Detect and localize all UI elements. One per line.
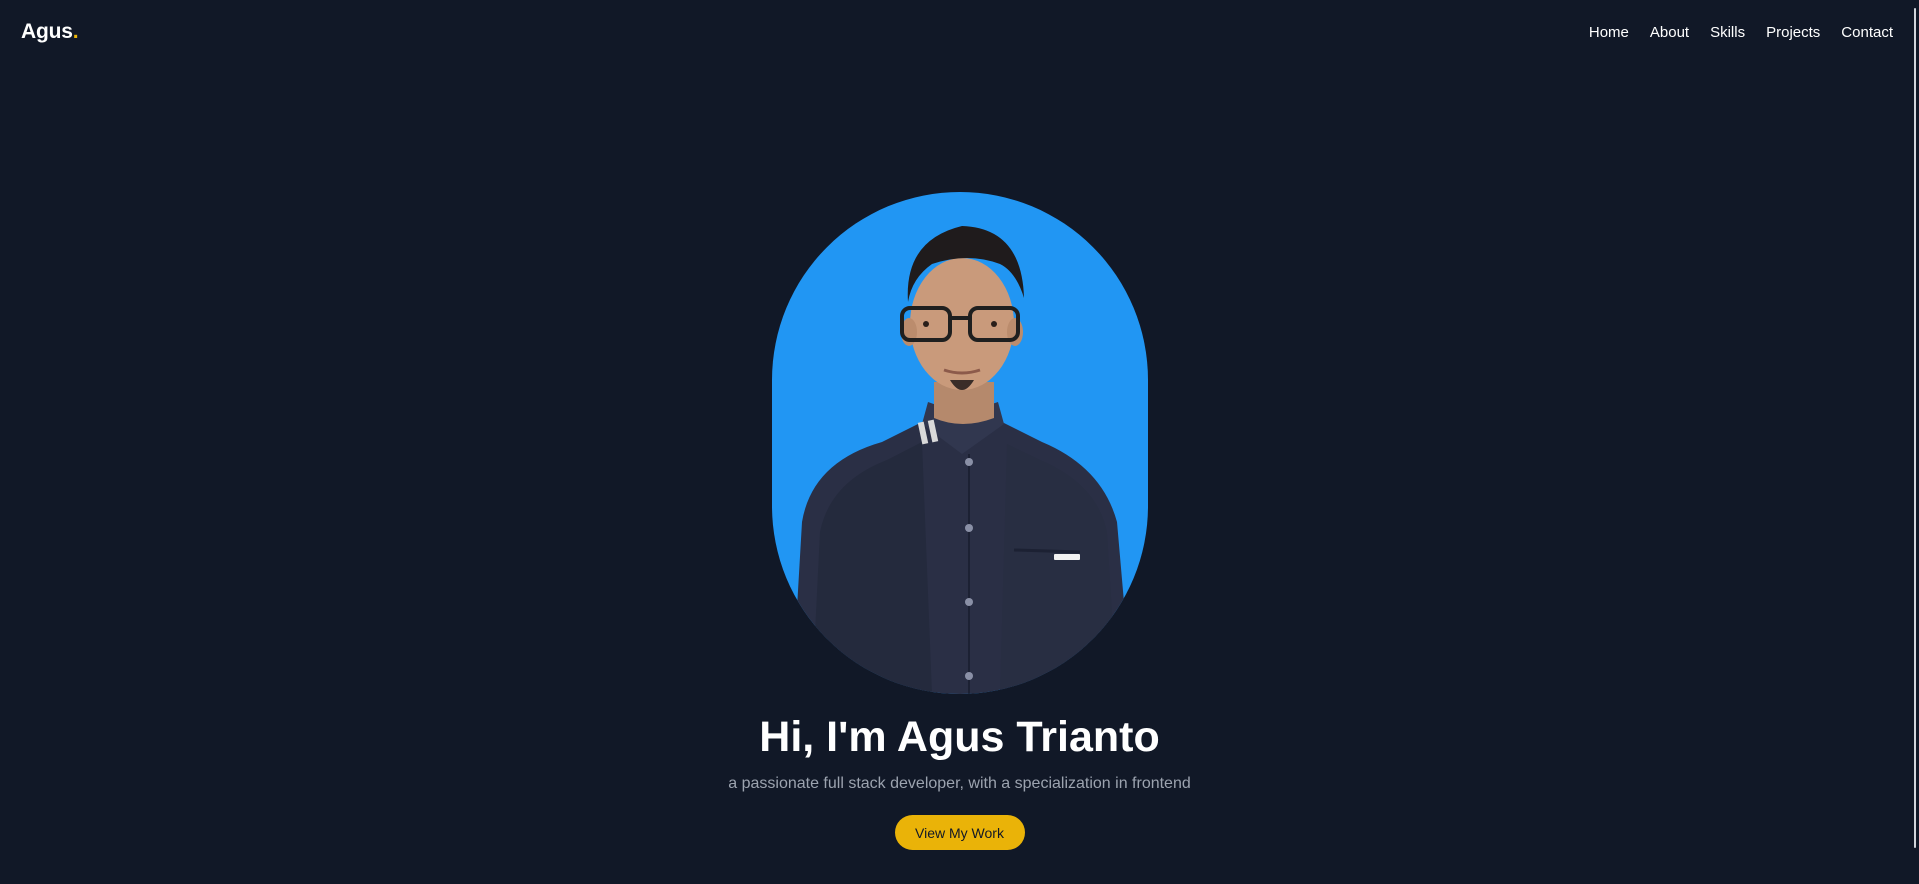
nav-link-contact[interactable]: Contact (1841, 24, 1893, 41)
nav-link-home[interactable]: Home (1589, 24, 1629, 41)
logo[interactable]: Agus. (21, 20, 79, 44)
page: Agus. Home About Skills Projects Contact (0, 0, 1919, 884)
scrollbar[interactable] (1912, 0, 1919, 884)
person-illustration (791, 226, 1132, 694)
navbar: Agus. Home About Skills Projects Contact (0, 0, 1912, 64)
hero-section: Hi, I'm Agus Trianto a passionate full s… (0, 192, 1919, 851)
hero-title: Hi, I'm Agus Trianto (759, 713, 1160, 761)
logo-text: Agus (21, 20, 73, 43)
nav-link-about[interactable]: About (1650, 24, 1689, 41)
nav-link-projects[interactable]: Projects (1766, 24, 1820, 41)
hero-subtitle: a passionate full stack developer, with … (728, 775, 1191, 793)
scrollbar-thumb[interactable] (1914, 8, 1916, 848)
nav-link-skills[interactable]: Skills (1710, 24, 1745, 41)
logo-dot: . (72, 20, 79, 43)
nav-links: Home About Skills Projects Contact (1589, 24, 1893, 41)
profile-photo (771, 192, 1148, 694)
view-my-work-button[interactable]: View My Work (894, 815, 1025, 851)
